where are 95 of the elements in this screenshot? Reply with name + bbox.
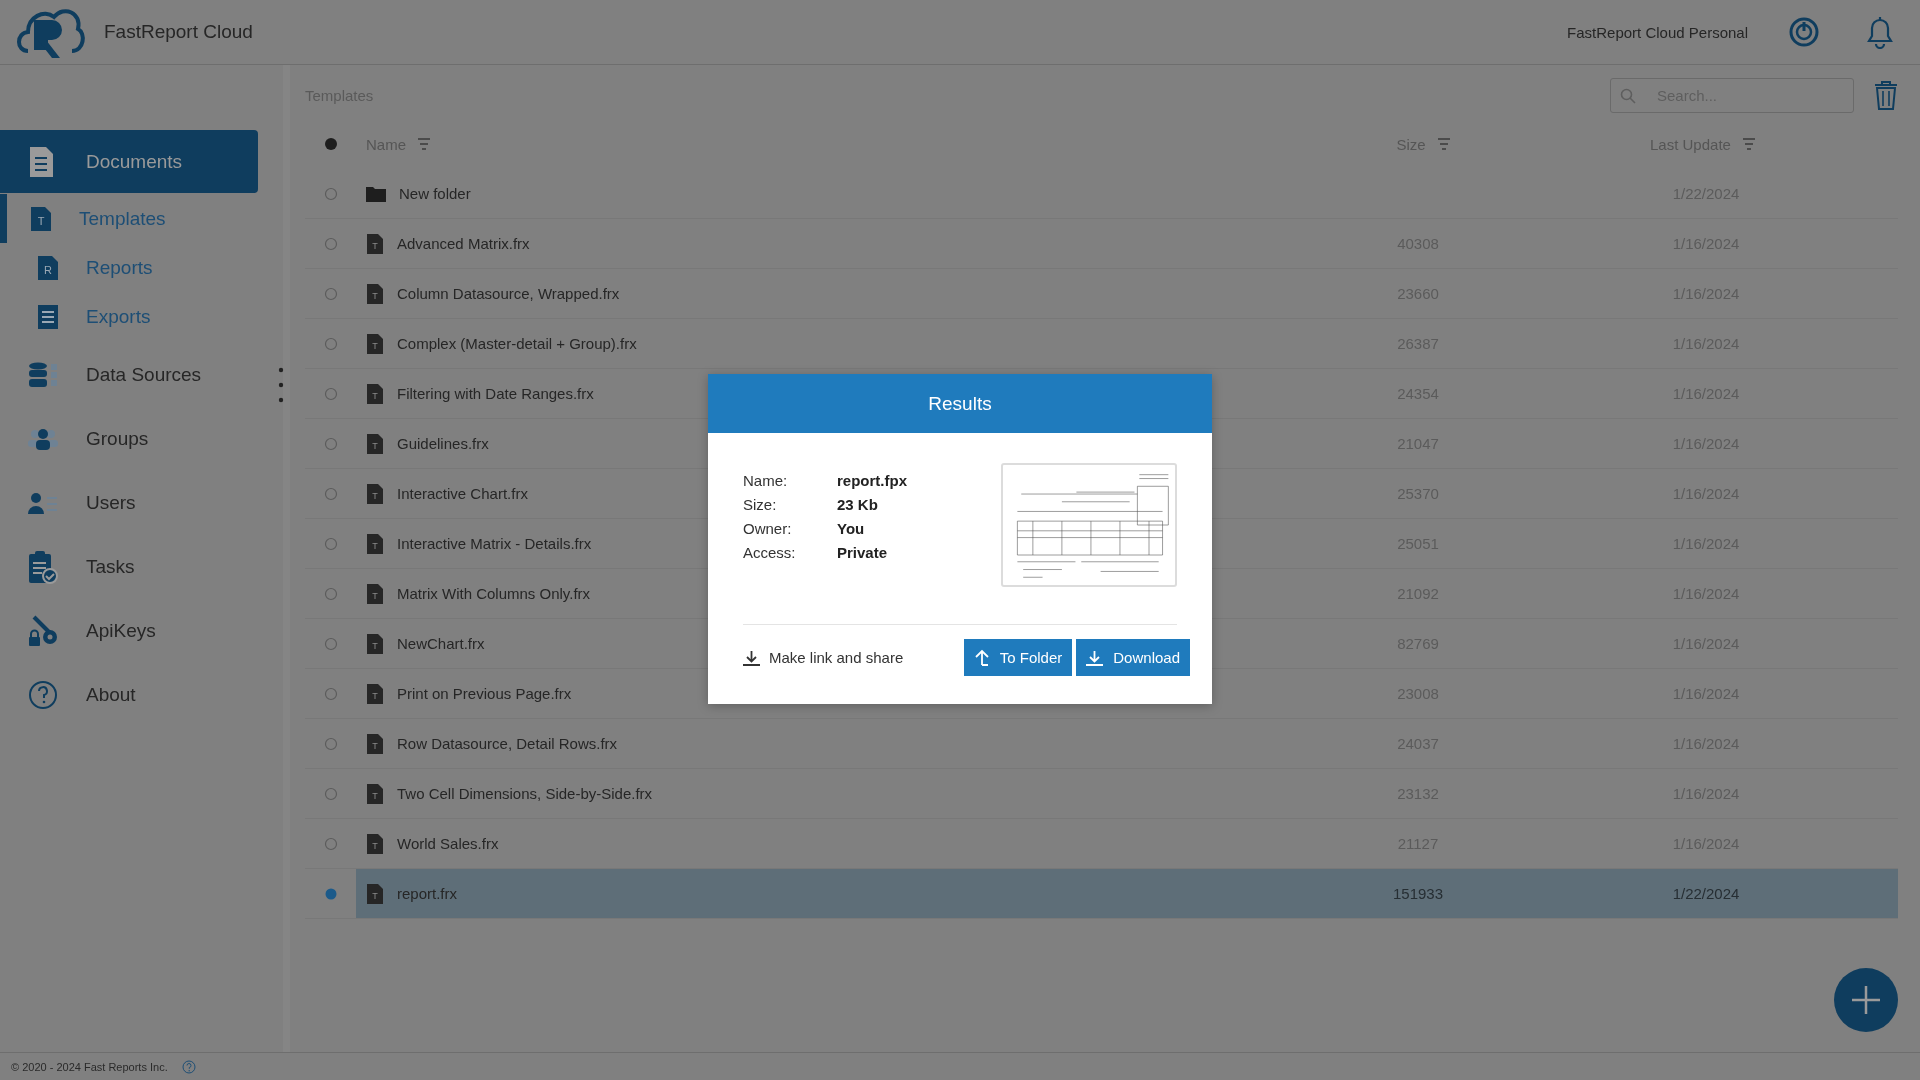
file-name: Matrix With Columns Only.frx <box>397 585 591 602</box>
radio-icon[interactable] <box>323 236 338 251</box>
group-people-icon <box>28 427 58 450</box>
download-icon <box>1086 649 1104 666</box>
file-letter-icon: T <box>366 632 384 655</box>
database-icon <box>28 361 58 388</box>
radio-icon[interactable] <box>323 436 338 451</box>
file-name: Column Datasource, Wrapped.frx <box>397 285 620 302</box>
help-icon[interactable] <box>181 1059 196 1074</box>
document-icon <box>28 145 54 178</box>
file-letter-icon: T <box>366 732 384 755</box>
file-letter-icon: T <box>366 532 384 555</box>
file-letter-icon: T <box>366 282 384 305</box>
list-document-icon <box>37 303 59 330</box>
radio-icon[interactable] <box>323 386 338 401</box>
file-letter-icon: T <box>366 782 384 805</box>
nav-item[interactable]: About <box>0 663 258 726</box>
nav-item[interactable]: Documents <box>0 130 258 193</box>
nav-item[interactable]: Tasks <box>0 535 258 598</box>
radio-icon[interactable] <box>323 486 338 501</box>
radio-icon[interactable] <box>323 186 338 201</box>
file-name: Filtering with Date Ranges.frx <box>397 385 594 402</box>
nav-subitem[interactable]: R Reports <box>0 243 257 292</box>
file-name: NewChart.frx <box>397 635 485 652</box>
file-name: Complex (Master-detail + Group).frx <box>397 335 637 352</box>
file-letter-icon: T <box>366 582 384 605</box>
file-name: World Sales.frx <box>397 835 499 852</box>
field-label: Name: <box>743 472 789 489</box>
file-letter-icon: T <box>366 832 384 855</box>
nav-item[interactable]: Groups <box>0 407 258 470</box>
radio-icon[interactable] <box>323 336 338 351</box>
nav-subitem[interactable]: T Templates <box>0 194 250 243</box>
sort-icon[interactable] <box>1742 138 1755 150</box>
file-letter-icon: T <box>366 882 384 905</box>
share-link-button[interactable]: Make link and share <box>743 649 904 666</box>
field-value: report.fpx <box>837 472 907 489</box>
radio-icon[interactable] <box>323 586 338 601</box>
to-folder-button[interactable]: To Folder <box>963 639 1073 676</box>
radio-icon[interactable] <box>323 636 338 651</box>
sort-icon[interactable] <box>1437 138 1450 150</box>
power-icon[interactable] <box>1788 16 1820 48</box>
file-name: Interactive Chart.frx <box>397 485 528 502</box>
file-letter-icon: T <box>366 232 384 255</box>
more-vertical-icon[interactable] <box>278 367 284 403</box>
file-letter-icon: T <box>366 482 384 505</box>
field-label: Access: <box>743 544 797 561</box>
plus-icon <box>1851 985 1881 1015</box>
file-letter-icon: T <box>366 682 384 705</box>
plan-name: FastReport Cloud Personal <box>1567 23 1748 41</box>
app-title: FastReport Cloud <box>104 21 253 43</box>
sort-icon[interactable] <box>418 138 430 150</box>
file-letter-icon: T <box>366 382 384 405</box>
file-letter-icon: T <box>30 205 52 232</box>
radio-selected-icon[interactable] <box>323 886 338 901</box>
file-date: 1/22/2024 <box>1672 885 1740 902</box>
file-letter-icon: R <box>37 254 59 281</box>
help-icon <box>28 679 58 710</box>
clipboard-check-icon <box>28 549 58 584</box>
dialog-title: Results <box>708 374 1212 433</box>
field-value: Private <box>837 544 889 561</box>
copyright-text: © 2020 - 2024 Fast Reports Inc. <box>11 1060 168 1073</box>
file-name: Advanced Matrix.frx <box>397 235 530 252</box>
notification-bell-icon[interactable] <box>1864 15 1896 49</box>
file-letter-icon: T <box>366 432 384 455</box>
download-icon <box>743 649 760 666</box>
trash-icon[interactable] <box>1874 80 1898 110</box>
radio-icon[interactable] <box>323 286 338 301</box>
key-lock-icon <box>28 614 58 647</box>
field-label: Owner: <box>743 520 793 537</box>
radio-icon[interactable] <box>323 736 338 751</box>
file-name: Two Cell Dimensions, Side-by-Side.frx <box>397 785 653 802</box>
radio-icon[interactable] <box>323 686 338 701</box>
radio-icon[interactable] <box>323 536 338 551</box>
radio-icon[interactable] <box>323 836 338 851</box>
user-list-icon <box>28 491 58 514</box>
select-all-radio-icon[interactable] <box>322 136 339 152</box>
nav-item[interactable]: ApiKeys <box>0 599 258 662</box>
field-value: 23 Kb <box>837 496 879 513</box>
field-value: You <box>837 520 866 537</box>
nav-item[interactable]: Users <box>0 471 258 534</box>
file-name: report.frx <box>397 885 457 902</box>
file-name: Row Datasource, Detail Rows.frx <box>397 735 618 752</box>
search-icon <box>1620 87 1636 104</box>
file-letter-icon: T <box>366 332 384 355</box>
file-name: New folder <box>399 185 471 202</box>
file-size: 151933 <box>1392 885 1444 902</box>
file-name: Guidelines.frx <box>397 435 489 452</box>
download-button[interactable]: Download <box>1076 639 1190 676</box>
radio-icon[interactable] <box>323 786 338 801</box>
file-name: Interactive Matrix - Details.frx <box>397 535 592 552</box>
nav-item[interactable]: Data Sources <box>0 343 258 406</box>
up-arrow-icon <box>973 649 990 666</box>
folder-icon <box>366 185 386 202</box>
field-label: Size: <box>743 496 778 513</box>
file-name: Print on Previous Page.frx <box>397 685 572 702</box>
